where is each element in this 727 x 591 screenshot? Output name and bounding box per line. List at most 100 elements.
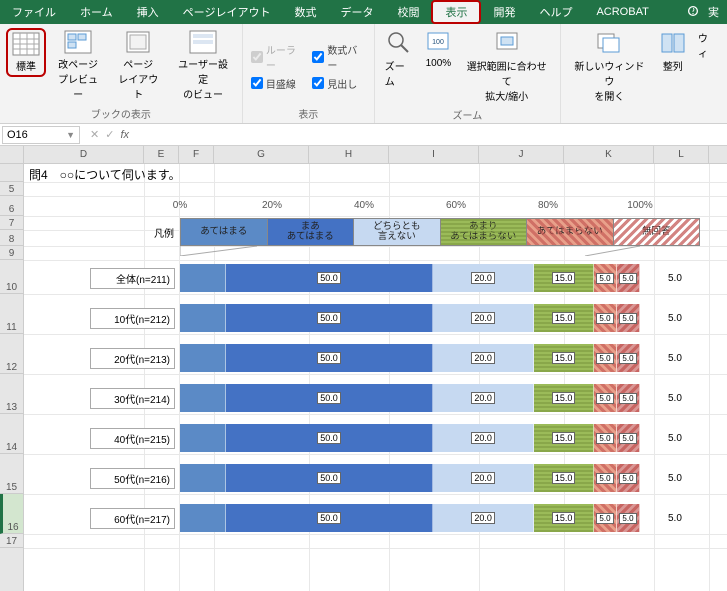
col-header[interactable]: H xyxy=(309,146,389,163)
tab-pagelayout[interactable]: ページレイアウト xyxy=(171,0,283,24)
tab-data[interactable]: データ xyxy=(328,0,385,24)
axis-tick: 100% xyxy=(627,200,653,211)
bar-segment: 15.0 xyxy=(534,424,594,452)
row-header[interactable]: 15 xyxy=(0,454,23,494)
formula-input[interactable] xyxy=(137,126,727,144)
col-header[interactable]: D xyxy=(24,146,144,163)
gridlines-checkbox[interactable]: 目盛線 xyxy=(249,75,306,92)
legend-item: あまり あてはまらない xyxy=(441,219,528,245)
group-window: 新しいウィンドウ を開く 整列 ウィ xyxy=(561,24,727,123)
dropdown-icon[interactable]: ▼ xyxy=(66,130,75,140)
bar-segment xyxy=(180,304,226,332)
tab-home[interactable]: ホーム xyxy=(68,0,125,24)
col-header[interactable]: E xyxy=(144,146,179,163)
col-header[interactable]: F xyxy=(179,146,214,163)
tab-insert[interactable]: 挿入 xyxy=(125,0,171,24)
tab-acrobat[interactable]: ACROBAT xyxy=(584,0,660,24)
customview-button[interactable]: ユーザー設定 のビュー xyxy=(170,28,236,103)
bar-segment: 20.0 xyxy=(433,304,534,332)
zoomfit-button[interactable]: 選択範囲に合わせて 拡大/縮小 xyxy=(459,28,554,105)
sheet: DEFGHIJKL 567891011121314151617 問4 ○○につい… xyxy=(0,146,727,591)
pagebreak-icon xyxy=(64,30,92,54)
name-box[interactable]: O16 ▼ xyxy=(2,126,80,144)
col-header[interactable]: K xyxy=(564,146,654,163)
zoom-label: ズーム xyxy=(385,58,414,88)
row-header[interactable]: 14 xyxy=(0,414,23,454)
row-header[interactable]: 16 xyxy=(0,494,23,534)
fx-icon[interactable]: fx xyxy=(120,129,129,141)
row-header[interactable]: 9 xyxy=(0,246,23,260)
legend-item: 無回答 xyxy=(614,219,700,245)
bar-segment: 5.0 xyxy=(594,344,617,372)
bar-segment: 5.0 xyxy=(594,504,617,532)
bar-category-label: 20代(n=213) xyxy=(90,348,175,369)
formulabar-checkbox[interactable]: 数式バー xyxy=(310,41,367,73)
bar-row: 10代(n=212)50.020.015.05.05.05.0 xyxy=(90,300,700,336)
cancel-icon[interactable]: ✕ xyxy=(90,128,99,141)
axis-tick: 40% xyxy=(354,200,374,211)
bar-segment: 5.0 xyxy=(594,304,617,332)
col-header[interactable]: I xyxy=(389,146,479,163)
newwindow-button[interactable]: 新しいウィンドウ を開く xyxy=(567,28,652,105)
bar-extra-value: 5.0 xyxy=(668,313,682,324)
bar-segment: 50.0 xyxy=(226,424,433,452)
bar-segment: 15.0 xyxy=(534,344,594,372)
pagelayout-button[interactable]: ページ レイアウト xyxy=(110,28,166,103)
select-all-corner[interactable] xyxy=(0,146,24,163)
bar-segment: 20.0 xyxy=(433,344,534,372)
legend-item: どちらとも 言えない xyxy=(354,219,441,245)
bar-segment xyxy=(180,384,226,412)
row-header[interactable]: 11 xyxy=(0,294,23,334)
grid-content[interactable]: 問4 ○○について伺います。 0%20%40%60%80%100% 凡例 あては… xyxy=(24,164,727,591)
chart-axis: 0%20%40%60%80%100% xyxy=(90,200,700,218)
bar-stack: 50.020.015.05.05.0 xyxy=(180,264,640,292)
tab-file[interactable]: ファイル xyxy=(0,0,68,24)
col-header[interactable]: J xyxy=(479,146,564,163)
bar-segment: 20.0 xyxy=(433,464,534,492)
bar-stack: 50.020.015.05.05.0 xyxy=(180,344,640,372)
col-header[interactable]: G xyxy=(214,146,309,163)
enter-icon[interactable]: ✓ xyxy=(105,128,114,141)
row-header[interactable]: 17 xyxy=(0,534,23,548)
bar-segment xyxy=(180,464,226,492)
ruler-checkbox[interactable]: ルーラー xyxy=(249,41,306,73)
arrange-button[interactable]: 整列 xyxy=(656,28,690,75)
row-header[interactable]: 6 xyxy=(0,196,23,216)
col-header[interactable]: L xyxy=(654,146,709,163)
normal-view-button[interactable]: 標準 xyxy=(6,28,46,77)
bar-segment: 50.0 xyxy=(226,504,433,532)
bar-stack: 50.020.015.05.05.0 xyxy=(180,504,640,532)
axis-tick: 60% xyxy=(446,200,466,211)
tell-me-icon[interactable] xyxy=(686,4,700,21)
tab-help[interactable]: ヘルプ xyxy=(527,0,584,24)
bar-segment: 5.0 xyxy=(617,304,640,332)
tab-developer[interactable]: 開発 xyxy=(481,0,527,24)
tab-review[interactable]: 校閲 xyxy=(385,0,431,24)
group-views: 標準 改ページ プレビュー ページ レイアウト ユーザー設定 のビュー ブックの… xyxy=(0,24,243,123)
row-header[interactable]: 13 xyxy=(0,374,23,414)
pagelayout-icon xyxy=(124,30,152,54)
group-views-label: ブックの表示 xyxy=(6,104,236,121)
group-window-label xyxy=(567,119,721,121)
tab-view[interactable]: 表示 xyxy=(431,0,481,24)
headings-checkbox[interactable]: 見出し xyxy=(310,75,367,92)
zoom-button[interactable]: ズーム xyxy=(381,28,418,90)
row-header[interactable]: 12 xyxy=(0,334,23,374)
bar-segment xyxy=(180,504,226,532)
row-header[interactable]: 10 xyxy=(0,260,23,294)
row-header[interactable] xyxy=(0,164,23,182)
row-header[interactable]: 7 xyxy=(0,216,23,230)
bar-segment: 15.0 xyxy=(534,304,594,332)
pagebreak-button[interactable]: 改ページ プレビュー xyxy=(50,28,106,103)
row-header[interactable]: 5 xyxy=(0,182,23,196)
tab-formulas[interactable]: 数式 xyxy=(282,0,328,24)
right-extra-text: 実 xyxy=(708,4,719,20)
bar-row: 50代(n=216)50.020.015.05.05.05.0 xyxy=(90,460,700,496)
row-header[interactable]: 8 xyxy=(0,230,23,246)
window-extra-button[interactable]: ウィ xyxy=(694,28,721,62)
bar-segment: 5.0 xyxy=(594,264,617,292)
bar-category-label: 10代(n=212) xyxy=(90,308,175,329)
zoom100-button[interactable]: 100 100% xyxy=(421,28,455,71)
bar-segment: 5.0 xyxy=(617,424,640,452)
bar-segment: 20.0 xyxy=(433,424,534,452)
